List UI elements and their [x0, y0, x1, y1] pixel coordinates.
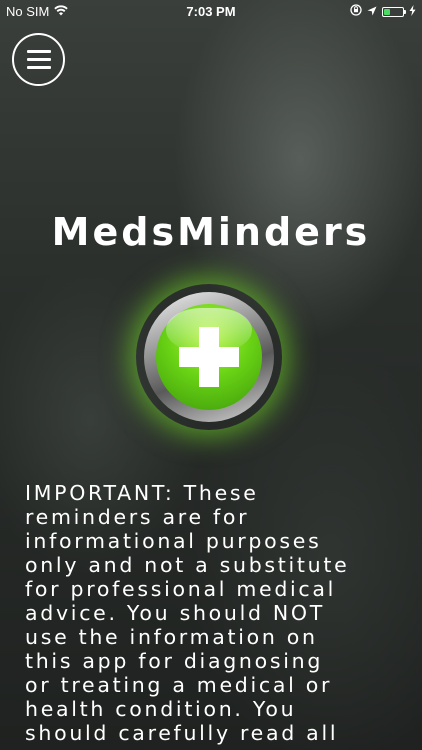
rotation-lock-icon [350, 4, 362, 19]
battery-level [384, 8, 390, 15]
disclaimer-text: IMPORTANT: These reminders are for infor… [25, 481, 350, 745]
add-medication-button[interactable] [136, 284, 282, 430]
status-bar: No SIM 7:03 PM [0, 0, 422, 24]
charging-bolt-icon [409, 4, 416, 19]
status-right [350, 4, 416, 19]
menu-button[interactable] [12, 33, 65, 86]
app-screen: No SIM 7:03 PM MedsMinders IMPORTANT: Th… [0, 0, 422, 750]
location-arrow-icon [367, 4, 377, 19]
battery-icon [382, 6, 406, 17]
app-title: MedsMinders [51, 210, 371, 254]
